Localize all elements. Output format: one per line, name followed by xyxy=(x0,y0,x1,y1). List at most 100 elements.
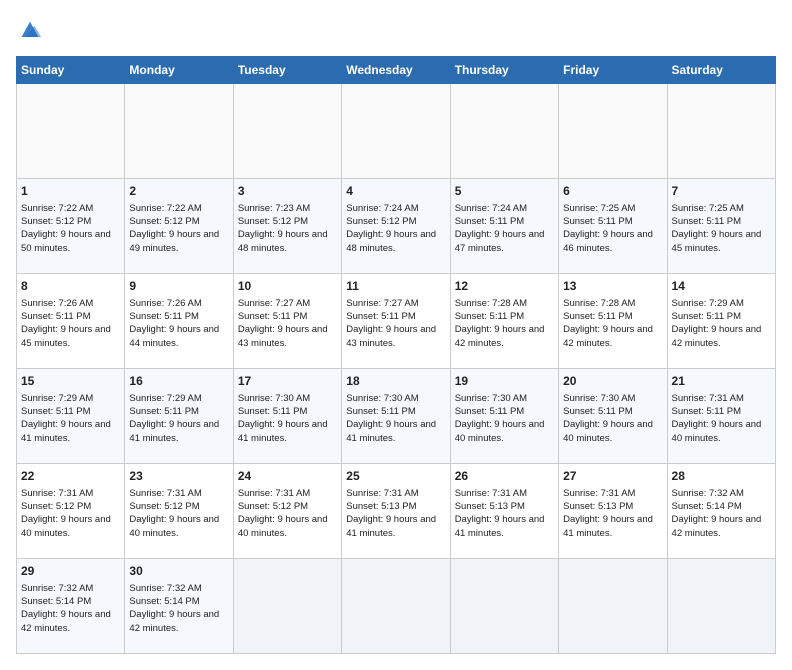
day-number: 12 xyxy=(455,278,554,295)
calendar-day-cell: 5 Sunrise: 7:24 AM Sunset: 5:11 PM Dayli… xyxy=(450,179,558,274)
sunrise-label: Sunrise: 7:25 AM xyxy=(563,203,635,214)
sunrise-label: Sunrise: 7:22 AM xyxy=(129,203,201,214)
daylight-label: Daylight: 9 hours and 45 minutes. xyxy=(21,324,111,348)
calendar-day-cell xyxy=(233,559,341,654)
sunset-label: Sunset: 5:12 PM xyxy=(238,216,308,227)
day-number: 25 xyxy=(346,468,445,485)
daylight-label: Daylight: 9 hours and 46 minutes. xyxy=(563,229,653,253)
calendar-day-cell: 23 Sunrise: 7:31 AM Sunset: 5:12 PM Dayl… xyxy=(125,464,233,559)
sunset-label: Sunset: 5:13 PM xyxy=(455,501,525,512)
sunrise-label: Sunrise: 7:27 AM xyxy=(238,298,310,309)
daylight-label: Daylight: 9 hours and 42 minutes. xyxy=(455,324,545,348)
daylight-label: Daylight: 9 hours and 42 minutes. xyxy=(563,324,653,348)
daylight-label: Daylight: 9 hours and 44 minutes. xyxy=(129,324,219,348)
sunset-label: Sunset: 5:11 PM xyxy=(455,406,525,417)
calendar-day-cell: 6 Sunrise: 7:25 AM Sunset: 5:11 PM Dayli… xyxy=(559,179,667,274)
daylight-label: Daylight: 9 hours and 40 minutes. xyxy=(455,419,545,443)
day-number: 11 xyxy=(346,278,445,295)
calendar-week-row: 8 Sunrise: 7:26 AM Sunset: 5:11 PM Dayli… xyxy=(17,274,776,369)
calendar-day-cell: 16 Sunrise: 7:29 AM Sunset: 5:11 PM Dayl… xyxy=(125,369,233,464)
sunrise-label: Sunrise: 7:26 AM xyxy=(129,298,201,309)
sunrise-label: Sunrise: 7:31 AM xyxy=(672,393,744,404)
day-number: 14 xyxy=(672,278,771,295)
day-number: 30 xyxy=(129,563,228,580)
sunset-label: Sunset: 5:12 PM xyxy=(21,501,91,512)
sunrise-label: Sunrise: 7:24 AM xyxy=(346,203,418,214)
sunrise-label: Sunrise: 7:31 AM xyxy=(21,488,93,499)
sunset-label: Sunset: 5:11 PM xyxy=(672,216,742,227)
calendar-day-cell: 18 Sunrise: 7:30 AM Sunset: 5:11 PM Dayl… xyxy=(342,369,450,464)
daylight-label: Daylight: 9 hours and 41 minutes. xyxy=(455,514,545,538)
daylight-label: Daylight: 9 hours and 43 minutes. xyxy=(346,324,436,348)
sunrise-label: Sunrise: 7:31 AM xyxy=(238,488,310,499)
daylight-label: Daylight: 9 hours and 40 minutes. xyxy=(563,419,653,443)
sunrise-label: Sunrise: 7:28 AM xyxy=(563,298,635,309)
calendar-day-cell xyxy=(667,84,775,179)
calendar-week-row: 1 Sunrise: 7:22 AM Sunset: 5:12 PM Dayli… xyxy=(17,179,776,274)
day-number: 9 xyxy=(129,278,228,295)
col-wednesday: Wednesday xyxy=(342,57,450,84)
day-number: 13 xyxy=(563,278,662,295)
sunset-label: Sunset: 5:11 PM xyxy=(563,216,633,227)
calendar-day-cell: 11 Sunrise: 7:27 AM Sunset: 5:11 PM Dayl… xyxy=(342,274,450,369)
calendar-week-row: 22 Sunrise: 7:31 AM Sunset: 5:12 PM Dayl… xyxy=(17,464,776,559)
sunset-label: Sunset: 5:11 PM xyxy=(21,311,91,322)
sunrise-label: Sunrise: 7:22 AM xyxy=(21,203,93,214)
sunrise-label: Sunrise: 7:23 AM xyxy=(238,203,310,214)
day-number: 15 xyxy=(21,373,120,390)
calendar-day-cell: 4 Sunrise: 7:24 AM Sunset: 5:12 PM Dayli… xyxy=(342,179,450,274)
sunset-label: Sunset: 5:11 PM xyxy=(129,311,199,322)
page-header xyxy=(16,16,776,44)
day-number: 29 xyxy=(21,563,120,580)
daylight-label: Daylight: 9 hours and 45 minutes. xyxy=(672,229,762,253)
day-number: 23 xyxy=(129,468,228,485)
sunrise-label: Sunrise: 7:30 AM xyxy=(455,393,527,404)
sunrise-label: Sunrise: 7:30 AM xyxy=(563,393,635,404)
sunset-label: Sunset: 5:11 PM xyxy=(563,311,633,322)
calendar-day-cell: 13 Sunrise: 7:28 AM Sunset: 5:11 PM Dayl… xyxy=(559,274,667,369)
sunset-label: Sunset: 5:11 PM xyxy=(672,406,742,417)
calendar-day-cell: 15 Sunrise: 7:29 AM Sunset: 5:11 PM Dayl… xyxy=(17,369,125,464)
calendar-table: Sunday Monday Tuesday Wednesday Thursday… xyxy=(16,56,776,654)
calendar-day-cell: 29 Sunrise: 7:32 AM Sunset: 5:14 PM Dayl… xyxy=(17,559,125,654)
sunrise-label: Sunrise: 7:29 AM xyxy=(672,298,744,309)
sunset-label: Sunset: 5:11 PM xyxy=(455,216,525,227)
daylight-label: Daylight: 9 hours and 41 minutes. xyxy=(21,419,111,443)
sunset-label: Sunset: 5:11 PM xyxy=(129,406,199,417)
day-number: 16 xyxy=(129,373,228,390)
calendar-day-cell xyxy=(342,559,450,654)
sunrise-label: Sunrise: 7:31 AM xyxy=(563,488,635,499)
daylight-label: Daylight: 9 hours and 41 minutes. xyxy=(129,419,219,443)
sunrise-label: Sunrise: 7:28 AM xyxy=(455,298,527,309)
calendar-day-cell: 14 Sunrise: 7:29 AM Sunset: 5:11 PM Dayl… xyxy=(667,274,775,369)
sunset-label: Sunset: 5:11 PM xyxy=(238,406,308,417)
sunrise-label: Sunrise: 7:25 AM xyxy=(672,203,744,214)
calendar-day-cell xyxy=(125,84,233,179)
calendar-day-cell: 19 Sunrise: 7:30 AM Sunset: 5:11 PM Dayl… xyxy=(450,369,558,464)
daylight-label: Daylight: 9 hours and 41 minutes. xyxy=(563,514,653,538)
day-number: 8 xyxy=(21,278,120,295)
calendar-day-cell: 21 Sunrise: 7:31 AM Sunset: 5:11 PM Dayl… xyxy=(667,369,775,464)
sunrise-label: Sunrise: 7:27 AM xyxy=(346,298,418,309)
col-saturday: Saturday xyxy=(667,57,775,84)
sunrise-label: Sunrise: 7:30 AM xyxy=(238,393,310,404)
sunset-label: Sunset: 5:11 PM xyxy=(455,311,525,322)
daylight-label: Daylight: 9 hours and 50 minutes. xyxy=(21,229,111,253)
sunset-label: Sunset: 5:12 PM xyxy=(238,501,308,512)
sunset-label: Sunset: 5:13 PM xyxy=(346,501,416,512)
calendar-day-cell: 24 Sunrise: 7:31 AM Sunset: 5:12 PM Dayl… xyxy=(233,464,341,559)
sunrise-label: Sunrise: 7:24 AM xyxy=(455,203,527,214)
sunset-label: Sunset: 5:13 PM xyxy=(563,501,633,512)
calendar-day-cell xyxy=(450,84,558,179)
sunset-label: Sunset: 5:11 PM xyxy=(238,311,308,322)
day-number: 19 xyxy=(455,373,554,390)
daylight-label: Daylight: 9 hours and 40 minutes. xyxy=(672,419,762,443)
calendar-day-cell xyxy=(450,559,558,654)
sunrise-label: Sunrise: 7:30 AM xyxy=(346,393,418,404)
sunset-label: Sunset: 5:11 PM xyxy=(672,311,742,322)
sunset-label: Sunset: 5:11 PM xyxy=(21,406,91,417)
sunrise-label: Sunrise: 7:32 AM xyxy=(21,583,93,594)
day-number: 28 xyxy=(672,468,771,485)
calendar-day-cell: 10 Sunrise: 7:27 AM Sunset: 5:11 PM Dayl… xyxy=(233,274,341,369)
calendar-day-cell: 20 Sunrise: 7:30 AM Sunset: 5:11 PM Dayl… xyxy=(559,369,667,464)
